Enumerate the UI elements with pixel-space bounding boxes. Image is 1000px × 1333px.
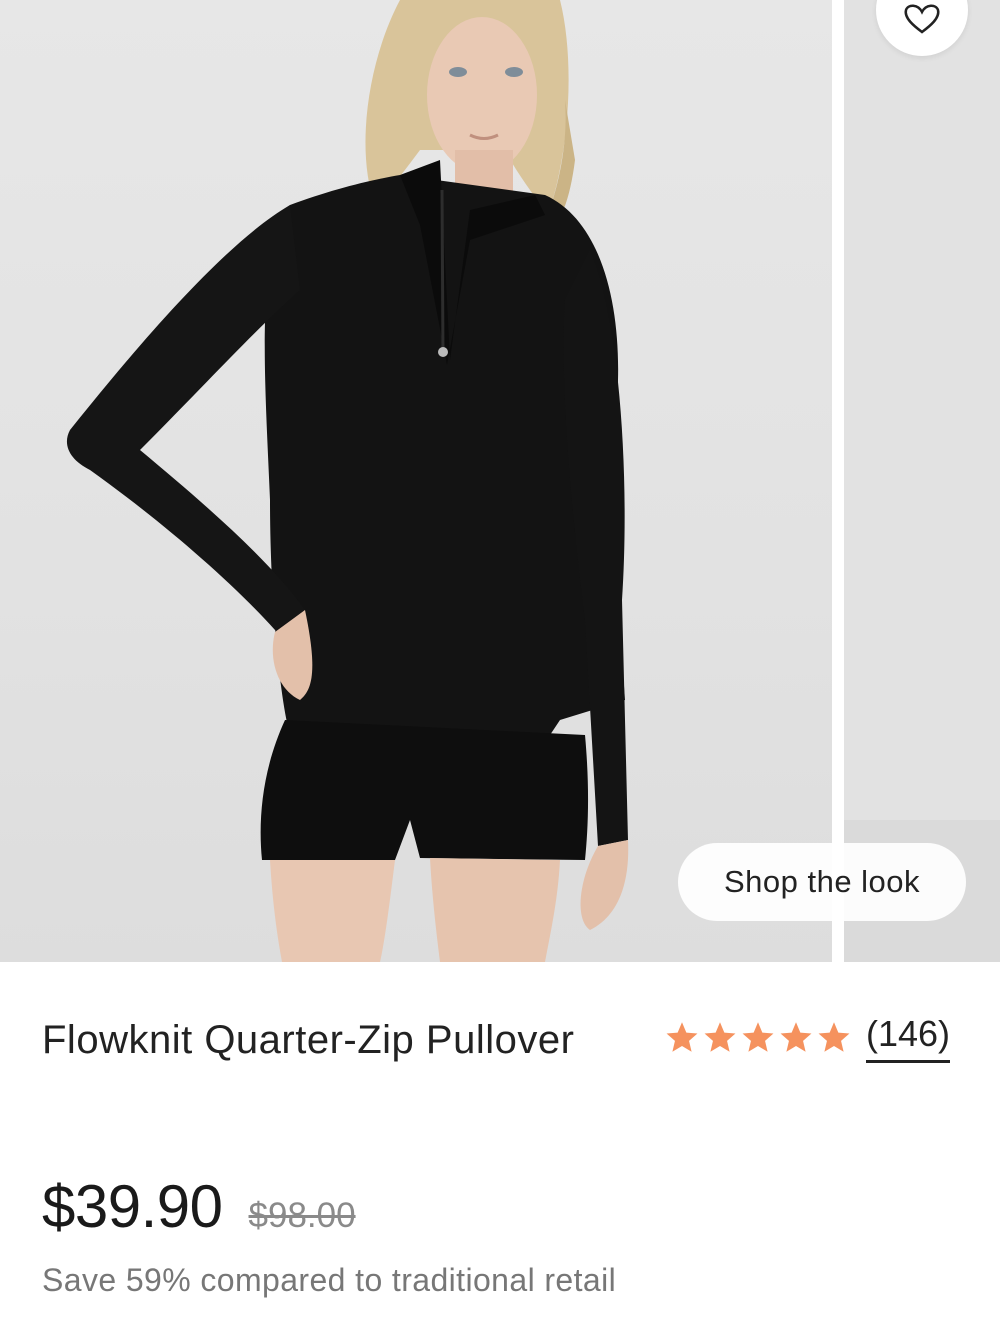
product-image-gallery[interactable]: Shop the look [0,0,1000,962]
savings-text: Save 59% compared to traditional retail [42,1262,617,1298]
current-price: $39.90 [42,1173,223,1240]
star-icon [818,1022,850,1052]
product-rating[interactable]: (146) [664,1012,951,1064]
star-icon [704,1022,736,1052]
next-photo-background [844,0,1000,962]
star-icon [666,1022,698,1052]
heart-icon [904,4,940,34]
star-icon [780,1022,812,1052]
rating-stars [664,1020,852,1056]
product-photo[interactable] [0,0,832,962]
price-row: $39.90 $98.00 [42,1172,356,1241]
product-page: Shop the look Flowknit Quarter-Zip Pullo… [0,0,1000,1333]
original-price: $98.00 [248,1196,356,1235]
star-icon [742,1022,774,1052]
next-product-photo[interactable] [844,0,1000,962]
review-count-link[interactable]: (146) [866,1013,951,1063]
shop-the-look-button[interactable]: Shop the look [678,843,966,921]
product-title: Flowknit Quarter-Zip Pullover [42,1018,575,1062]
model-illustration [66,0,629,962]
